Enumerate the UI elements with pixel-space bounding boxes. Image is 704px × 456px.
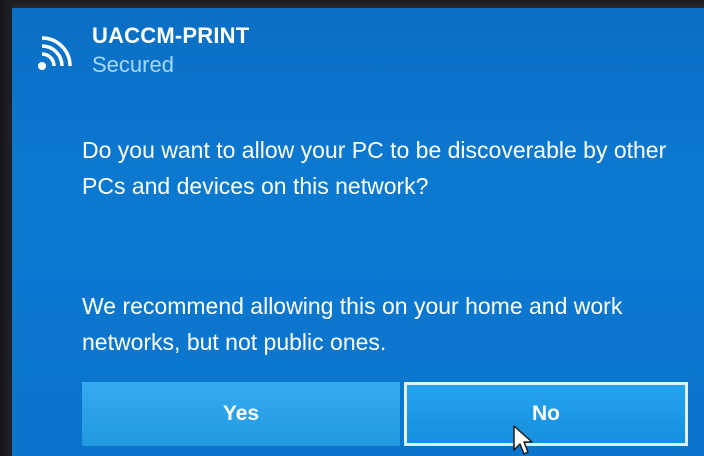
network-info: UACCM-PRINT Secured: [92, 22, 249, 80]
network-status: Secured: [92, 52, 174, 77]
mouse-pointer-icon: [513, 425, 533, 455]
network-name: UACCM-PRINT: [92, 23, 250, 48]
button-row: Yes No: [82, 382, 688, 446]
no-button[interactable]: No: [404, 382, 688, 446]
wifi-signal-icon: [38, 36, 72, 70]
recommendation-text: We recommend allowing this on your home …: [82, 293, 623, 355]
yes-button[interactable]: Yes: [82, 382, 400, 446]
discoverability-question: Do you want to allow your PC to be disco…: [82, 137, 667, 199]
screen-bezel-left: [0, 0, 12, 456]
network-header: UACCM-PRINT Secured: [34, 22, 249, 80]
